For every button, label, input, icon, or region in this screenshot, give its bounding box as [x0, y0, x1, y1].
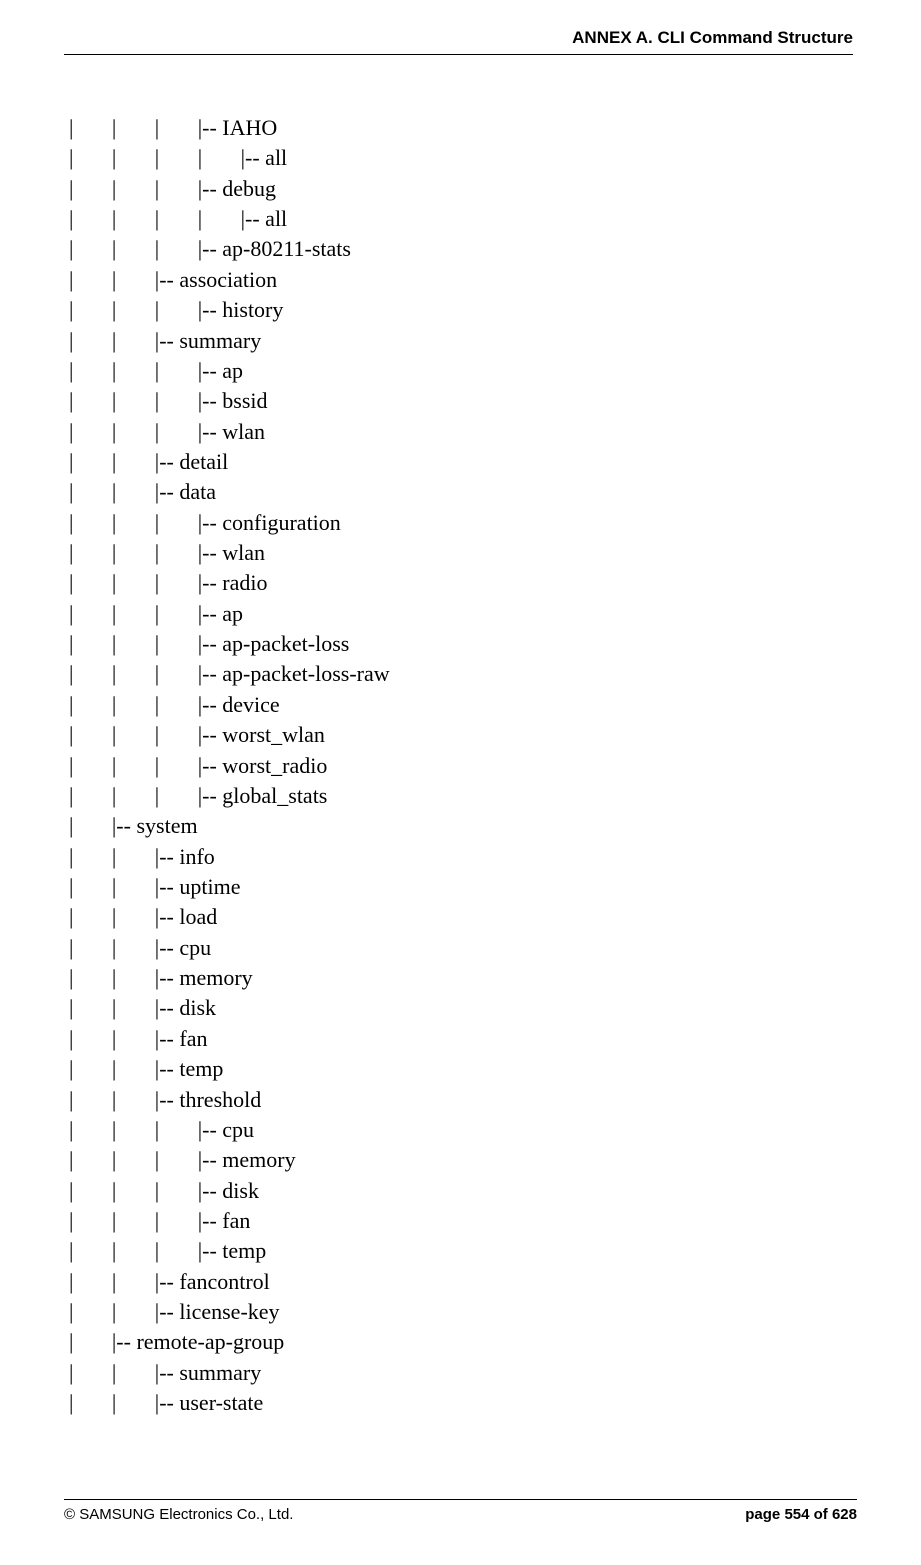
tree-line: | | |-- uptime — [69, 872, 857, 902]
tree-line: | | |-- fan — [69, 1024, 857, 1054]
tree-line: | | | |-- configuration — [69, 508, 857, 538]
cli-tree-content: | | | |-- IAHO| | | | |-- all| | | |-- d… — [64, 113, 857, 1418]
tree-line: | |-- system — [69, 811, 857, 841]
tree-line: | | | |-- disk — [69, 1176, 857, 1206]
tree-line: | | | |-- debug — [69, 174, 857, 204]
tree-line: | | | |-- ap-packet-loss-raw — [69, 659, 857, 689]
tree-line: | | | |-- memory — [69, 1145, 857, 1175]
tree-line: | | | |-- wlan — [69, 417, 857, 447]
tree-line: | | | | |-- all — [69, 204, 857, 234]
tree-line: | | | |-- cpu — [69, 1115, 857, 1145]
tree-line: | | |-- temp — [69, 1054, 857, 1084]
page-header: ANNEX A. CLI Command Structure — [64, 28, 853, 55]
tree-line: | |-- remote-ap-group — [69, 1327, 857, 1357]
tree-line: | | | |-- worst_wlan — [69, 720, 857, 750]
tree-line: | | | | |-- all — [69, 143, 857, 173]
tree-line: | | |-- summary — [69, 326, 857, 356]
tree-line: | | |-- user-state — [69, 1388, 857, 1418]
tree-line: | | |-- association — [69, 265, 857, 295]
tree-line: | | |-- disk — [69, 993, 857, 1023]
tree-line: | | | |-- ap-packet-loss — [69, 629, 857, 659]
footer-copyright: © SAMSUNG Electronics Co., Ltd. — [64, 1506, 293, 1523]
tree-line: | | |-- info — [69, 842, 857, 872]
tree-line: | | | |-- wlan — [69, 538, 857, 568]
tree-line: | | | |-- history — [69, 295, 857, 325]
tree-line: | | |-- summary — [69, 1358, 857, 1388]
tree-line: | | |-- data — [69, 477, 857, 507]
tree-line: | | | |-- global_stats — [69, 781, 857, 811]
tree-line: | | |-- memory — [69, 963, 857, 993]
footer-page-number: page 554 of 628 — [745, 1506, 857, 1523]
tree-line: | | |-- license-key — [69, 1297, 857, 1327]
tree-line: | | | |-- radio — [69, 568, 857, 598]
tree-line: | | | |-- worst_radio — [69, 751, 857, 781]
tree-line: | | |-- load — [69, 902, 857, 932]
tree-line: | | | |-- temp — [69, 1236, 857, 1266]
tree-line: | | | |-- device — [69, 690, 857, 720]
tree-line: | | | |-- fan — [69, 1206, 857, 1236]
tree-line: | | |-- fancontrol — [69, 1267, 857, 1297]
tree-line: | | | |-- bssid — [69, 386, 857, 416]
tree-line: | | | |-- ap — [69, 356, 857, 386]
document-page: ANNEX A. CLI Command Structure | | | |--… — [0, 0, 921, 1565]
tree-line: | | |-- threshold — [69, 1085, 857, 1115]
tree-line: | | |-- detail — [69, 447, 857, 477]
tree-line: | | |-- cpu — [69, 933, 857, 963]
tree-line: | | | |-- ap-80211-stats — [69, 234, 857, 264]
header-title: ANNEX A. CLI Command Structure — [572, 28, 853, 47]
page-footer: © SAMSUNG Electronics Co., Ltd. page 554… — [64, 1499, 857, 1523]
tree-line: | | | |-- ap — [69, 599, 857, 629]
tree-line: | | | |-- IAHO — [69, 113, 857, 143]
